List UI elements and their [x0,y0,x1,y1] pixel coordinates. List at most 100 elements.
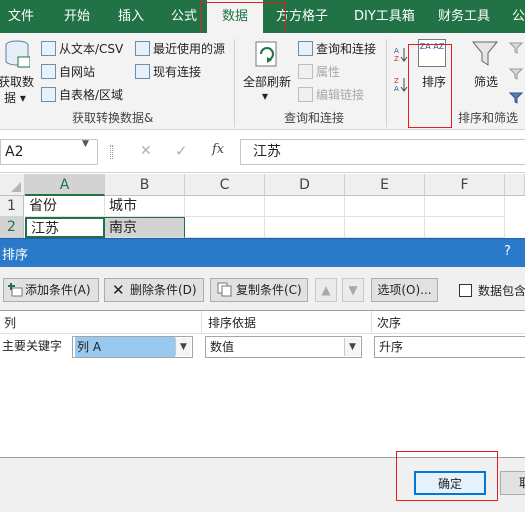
cell-c1[interactable] [185,196,265,217]
sort-az-icon: A Z [394,47,408,63]
cell-d2[interactable] [265,217,345,238]
dialog-title: 排序 [2,248,29,263]
column-header-b[interactable]: B [105,174,185,196]
queries-connections-button[interactable]: 查询和连接 [316,40,376,57]
add-level-icon [8,283,23,297]
tab-overflow[interactable]: 公 [512,0,525,33]
tab-file[interactable]: 文件 [8,0,34,33]
clear-filter-button[interactable] [508,41,524,55]
tab-diy-toolbox[interactable]: DIY工具箱 [354,0,415,33]
cell-c2[interactable] [185,217,265,238]
column-header-e[interactable]: E [345,174,425,196]
properties-button[interactable]: 属性 [316,63,340,80]
column-header-c[interactable]: C [185,174,265,196]
get-data-button[interactable]: 获取数 据 ▾ [0,37,38,107]
insert-function-icon[interactable]: fx [212,142,224,157]
move-up-button[interactable]: ▲ [315,278,337,302]
existing-connections-button[interactable]: 现有连接 [153,63,201,80]
svg-text:Z: Z [394,55,399,63]
cancel-button[interactable]: 取 [500,471,525,495]
sort-za-button[interactable]: Z A [393,75,409,93]
svg-text:Z: Z [394,77,399,85]
from-text-csv-button[interactable]: 从文本/CSV [59,40,123,57]
sort-dialog: 排序 ? 添加条件(A) ✕ 删除条件(D) 复制条件(C) ▲ ▼ 选项(O)… [0,238,525,512]
group-label-sort-filter: 排序和筛选 [458,111,519,125]
cell-b1[interactable]: 城市 [105,196,185,217]
add-level-label: 添加条件(A) [25,283,91,297]
filter-button[interactable]: 筛选 [464,37,506,107]
advanced-filter-icon [508,92,524,104]
row-header-1[interactable]: 1 [0,196,24,217]
cell-b2[interactable]: 南京 [105,217,185,238]
tab-home[interactable]: 开始 [64,0,90,33]
header-order: 次序 [377,316,402,330]
recent-sources-button[interactable]: 最近使用的源 [153,40,225,57]
cell-f2[interactable] [425,217,505,238]
delete-level-button[interactable]: ✕ 删除条件(D) [104,278,204,302]
formula-value: 江苏 [253,144,281,160]
advanced-filter-button[interactable] [508,91,524,105]
dialog-title-bar[interactable]: 排序 ? [0,239,525,267]
chevron-down-icon[interactable]: ▼ [175,338,191,356]
cell-a1[interactable]: 省份 [25,196,105,217]
help-button[interactable]: ? [504,244,511,259]
ok-highlight-box [396,451,498,501]
row-header-2[interactable]: 2 [0,217,24,238]
cell-f1[interactable] [425,196,505,217]
arrow-up-icon: ▲ [321,283,331,297]
column-header-overflow[interactable] [505,174,525,196]
add-level-button[interactable]: 添加条件(A) [3,278,99,302]
order-select[interactable]: 升序 [374,336,525,358]
tab-finance-tools[interactable]: 财务工具 [438,0,490,33]
tab-insert[interactable]: 插入 [118,0,144,33]
tab-highlight-box [200,2,286,36]
move-down-button[interactable]: ▼ [342,278,364,302]
from-web-button[interactable]: 自网站 [59,63,95,80]
worksheet-grid: A B C D E F 1 2 省份 城市 江苏 南京 [0,174,525,238]
group-separator [386,39,387,127]
options-button[interactable]: 选项(O)... [371,278,438,302]
cell-e1[interactable] [345,196,425,217]
sort-on-value: 数值 [210,340,235,354]
sort-level-row[interactable]: 主要关键字 列 A ▼ 数值 ▼ 升序 [0,334,525,360]
column-header-a[interactable]: A [25,174,105,196]
ribbon-data-panel: 获取数 据 ▾ 从文本/CSV 自网站 自表格/区域 最近使用的源 现有连接 获… [0,33,525,130]
properties-icon [298,64,313,79]
sort-key-select[interactable]: 列 A ▼ [72,336,193,358]
svg-text:A: A [394,47,399,55]
cell-e2[interactable] [345,217,425,238]
table-icon [41,87,56,102]
enter-entry-icon[interactable]: ✓ [175,142,188,160]
has-headers-checkbox[interactable] [459,284,472,297]
sort-on-select[interactable]: 数值 ▼ [205,336,362,358]
queries-icon [298,41,313,56]
column-header-f[interactable]: F [425,174,505,196]
sort-az-button[interactable]: A Z [393,45,409,63]
recent-sources-icon [135,41,150,56]
select-all-corner[interactable] [0,174,25,196]
cell-a2[interactable]: 江苏 [25,217,105,238]
formula-input[interactable]: 江苏 [240,139,525,165]
copy-icon [217,282,232,297]
has-headers-label: 数据包含 [478,284,525,298]
chevron-down-icon[interactable]: ▼ [344,338,360,356]
primary-key-label: 主要关键字 [2,339,63,353]
sort-highlight-box [408,44,452,128]
header-divider [201,311,202,334]
copy-level-button[interactable]: 复制条件(C) [210,278,308,302]
reapply-button[interactable] [508,67,524,81]
edit-links-button[interactable]: 编辑链接 [316,86,364,103]
refresh-all-button[interactable]: 全部刷新 ▾ [240,37,294,107]
cell-d1[interactable] [265,196,345,217]
column-header-d[interactable]: D [265,174,345,196]
name-box-dropdown-icon[interactable]: ▼ [82,139,89,149]
cancel-entry-icon[interactable]: ✕ [140,143,152,159]
from-table-button[interactable]: 自表格/区域 [59,86,123,103]
tab-formulas[interactable]: 公式 [171,0,197,33]
refresh-all-dropdown-icon: ▾ [262,89,269,103]
sort-za-icon: Z A [394,77,408,93]
order-value: 升序 [379,340,404,354]
get-data-label: 获取数 [0,75,35,89]
globe-icon [41,64,56,79]
levels-header: 列 排序依据 次序 [0,311,525,334]
